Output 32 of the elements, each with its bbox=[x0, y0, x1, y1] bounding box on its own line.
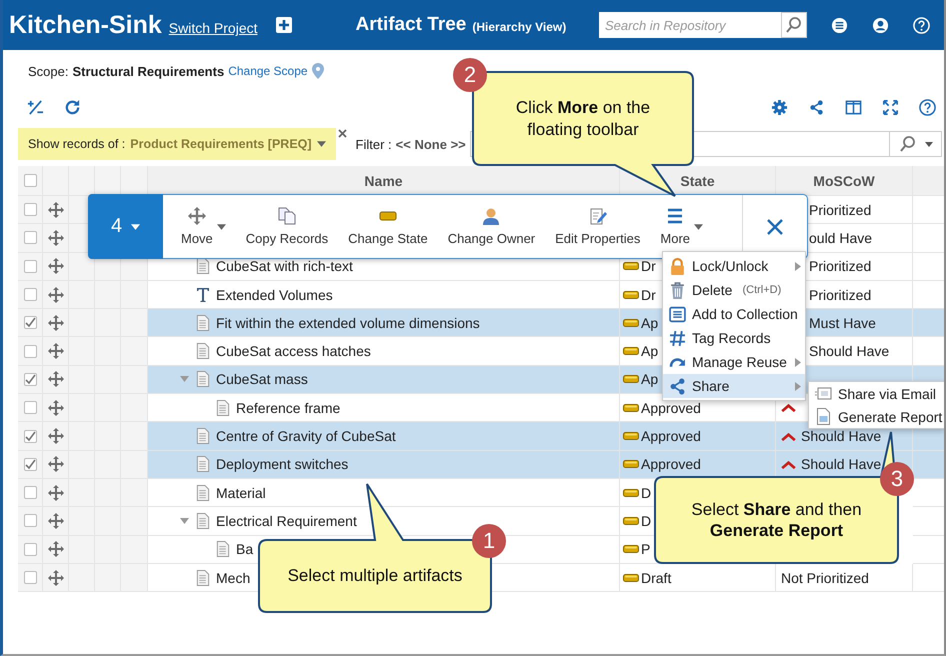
callout-text: Click More on the floating toolbar bbox=[514, 97, 652, 140]
state-text: Dr bbox=[641, 258, 656, 274]
state-text: D bbox=[641, 512, 652, 529]
state-text: Approved bbox=[641, 456, 701, 472]
state-text: P bbox=[641, 541, 650, 558]
step-badge: 1 bbox=[472, 524, 506, 558]
moscow-text: Should Have bbox=[809, 343, 890, 360]
moscow-text: Not Prioritized bbox=[781, 570, 869, 586]
state-text: Dr bbox=[641, 286, 656, 303]
page-title: Artifact Tree bbox=[356, 14, 466, 36]
moscow-text: Should Have bbox=[801, 428, 882, 444]
moscow-text: Prioritized bbox=[809, 202, 872, 218]
state-text: Ap bbox=[641, 371, 658, 388]
scope-value: Structural Requirements bbox=[72, 64, 224, 78]
state-text: Ap bbox=[641, 343, 658, 360]
state-text: D bbox=[641, 484, 652, 501]
state-text: Draft bbox=[641, 570, 672, 586]
project-name: Kitchen-Sink bbox=[9, 10, 162, 40]
state-text: Approved bbox=[641, 428, 701, 444]
moscow-text: Should Have bbox=[801, 456, 882, 472]
state-text: Ap bbox=[641, 314, 658, 331]
filter-label: Filter : bbox=[356, 136, 392, 152]
moscow-text: Prioritized bbox=[809, 258, 872, 274]
step-badge: 2 bbox=[453, 58, 487, 92]
scope-label: Scope: bbox=[28, 64, 68, 78]
callout-text: Select Share and then Generate Report bbox=[690, 498, 863, 542]
callout-text: Select multiple artifacts bbox=[288, 565, 462, 587]
moscow-text: Prioritized bbox=[809, 286, 872, 303]
state-text: Approved bbox=[641, 400, 701, 416]
moscow-text: Must Have bbox=[809, 314, 876, 331]
moscow-text: ould Have bbox=[809, 230, 872, 246]
view-subtitle: (Hierarchy View) bbox=[472, 20, 566, 34]
